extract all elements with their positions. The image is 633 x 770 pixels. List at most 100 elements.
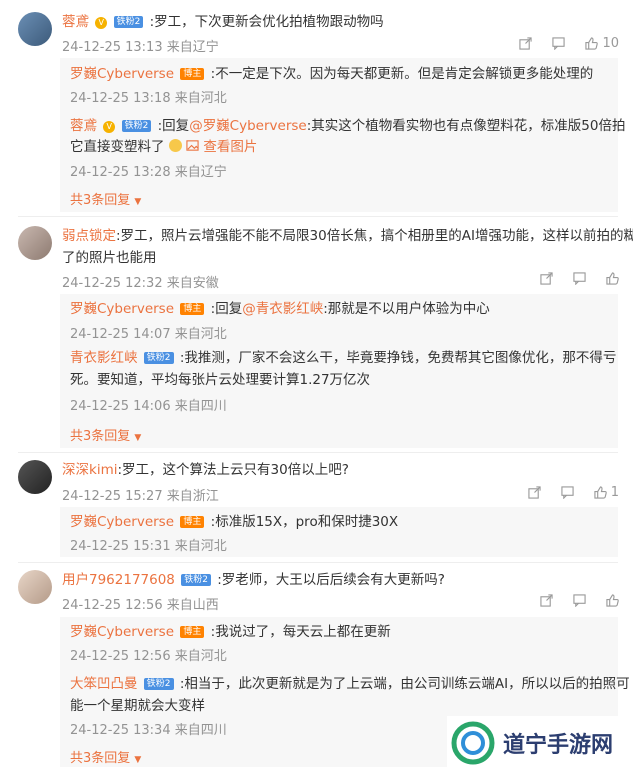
more-replies-button[interactable]: 共3条回复 ▼	[70, 747, 141, 766]
reply-content: :那就是不以用户体验为中心	[323, 301, 490, 317]
comment-actions	[540, 272, 619, 285]
reply-text: 大笨凹凸曼 铁粉2 :相当于，此次更新就是为了上云端，由公司训练云端AI，所以以…	[70, 674, 630, 694]
reply-text: 蓉鳶 V 铁粉2 :回复@罗巍Cyberverse:其实这个植物看实物也有点像塑…	[70, 116, 625, 136]
comment-icon	[573, 594, 586, 607]
reply-user-name[interactable]: 大笨凹凸曼	[70, 676, 138, 692]
more-replies-button[interactable]: 共3条回复 ▼	[70, 189, 141, 208]
like-count: 1	[610, 485, 619, 500]
divider	[18, 562, 618, 563]
verified-icon: V	[95, 17, 108, 29]
fan-badge: 铁粉2	[143, 678, 174, 690]
image-icon	[186, 140, 199, 151]
more-replies-button[interactable]: 共3条回复 ▼	[70, 425, 141, 444]
reply-text: 罗巍Cyberverse 博主 :不一定是下次。因为每天都更新。但是肯定会解锁更…	[70, 64, 593, 84]
reply-content: :不一定是下次。因为每天都更新。但是肯定会解锁更多能处理的	[210, 66, 594, 82]
comment-actions	[540, 594, 619, 607]
avatar[interactable]	[18, 226, 52, 260]
share-icon	[528, 486, 541, 499]
reply-text: 罗巍Cyberverse 博主 :我说过了，每天云上都在更新	[70, 622, 391, 642]
comment-user-name[interactable]: 弱点锁定	[62, 228, 116, 244]
reply-text-line2: 能一个星期就会大变样	[70, 696, 205, 716]
share-button[interactable]	[540, 594, 553, 607]
reply-content-prefix: :回复	[210, 301, 243, 317]
reply-content-prefix: :回复	[157, 118, 190, 134]
watermark-text: 道宁手游网	[503, 733, 614, 758]
reply-meta: 24-12-25 13:18 来自河北	[70, 91, 227, 106]
reply-user-name[interactable]: 罗巍Cyberverse	[70, 624, 174, 640]
reply-text-line2: 死。要知道，平均每张片云处理要计算1.27万亿次	[70, 370, 370, 390]
comment-text: 弱点锁定:罗工，照片云增强能不能不局限30倍长焦，搞个相册里的AI增强功能，这样…	[62, 226, 633, 246]
comment-user-name[interactable]: 深深kimi	[62, 462, 117, 478]
share-icon	[540, 272, 553, 285]
view-image-link[interactable]: 查看图片	[186, 139, 257, 155]
share-button[interactable]	[540, 272, 553, 285]
comment-content: :罗工，照片云增强能不能不局限30倍长焦，搞个相册里的AI增强功能，这样以前拍的…	[116, 228, 633, 244]
like-button[interactable]	[606, 272, 619, 285]
fan-badge: 铁粉2	[113, 16, 144, 28]
comment-content: :罗工，这个算法上云只有30倍以上吧?	[117, 462, 349, 478]
reply-content: :我推测，厂家不会这么干，毕竟要挣钱，免费帮其它图像优化，那不得亏	[179, 350, 617, 366]
reply-text: 罗巍Cyberverse 博主 :标准版15X，pro和保时捷30X	[70, 512, 398, 532]
like-icon	[606, 272, 619, 285]
fan-badge: 铁粉2	[121, 120, 152, 132]
like-button[interactable]: 1	[594, 485, 619, 500]
divider	[18, 452, 618, 453]
chevron-down-icon: ▼	[134, 433, 142, 443]
comment-user-name[interactable]: 用户7962177608	[62, 572, 175, 588]
mention-link[interactable]: @罗巍Cyberverse	[189, 118, 307, 134]
share-button[interactable]	[528, 486, 541, 499]
comment-icon	[561, 486, 574, 499]
reply-meta: 24-12-25 13:34 来自四川	[70, 723, 227, 738]
more-replies-label: 共3条回复	[70, 751, 131, 766]
like-button[interactable]	[606, 594, 619, 607]
reply-meta: 24-12-25 15:31 来自河北	[70, 539, 227, 554]
reply-meta: 24-12-25 14:07 来自河北	[70, 327, 227, 342]
reply-text-line2: 它直接变塑料了 查看图片	[70, 137, 257, 157]
comment-button[interactable]	[561, 486, 574, 499]
reply-meta: 24-12-25 14:06 来自四川	[70, 399, 227, 414]
comment-actions: 1	[528, 485, 619, 500]
comment-text: 用户7962177608 铁粉2 :罗老师，大王以后后续会有大更新吗?	[62, 570, 445, 590]
fan-badge: 铁粉2	[143, 352, 174, 364]
avatar[interactable]	[18, 570, 52, 604]
verified-icon: V	[103, 121, 116, 133]
host-badge: 博主	[180, 516, 205, 528]
comment-content: :罗老师，大王以后后续会有大更新吗?	[217, 572, 445, 588]
comment-button[interactable]	[573, 272, 586, 285]
reply-content: :相当于，此次更新就是为了上云端，由公司训练云端AI，所以以后的拍照可	[179, 676, 630, 692]
like-button[interactable]: 10	[585, 36, 619, 51]
reply-user-name[interactable]: 蓉鳶	[70, 118, 97, 134]
comment-icon	[573, 272, 586, 285]
comment-meta: 24-12-25 12:56 来自山西	[62, 598, 219, 613]
reply-content: :我说过了，每天云上都在更新	[210, 624, 391, 640]
reply-content: :标准版15X，pro和保时捷30X	[210, 514, 399, 530]
comment-content-line2: 了的照片也能用	[62, 250, 157, 266]
comment-button[interactable]	[552, 37, 566, 50]
like-icon	[606, 594, 619, 607]
comment-button[interactable]	[573, 594, 586, 607]
watermark: 道宁手游网	[447, 716, 633, 770]
share-icon	[519, 37, 533, 50]
more-replies-label: 共3条回复	[70, 429, 131, 444]
like-icon	[585, 37, 599, 50]
avatar[interactable]	[18, 460, 52, 494]
host-badge: 博主	[180, 68, 205, 80]
reply-user-name[interactable]: 罗巍Cyberverse	[70, 66, 174, 82]
reply-text: 罗巍Cyberverse 博主 :回复@青衣影红峡:那就是不以用户体验为中心	[70, 299, 490, 319]
avatar[interactable]	[18, 12, 52, 46]
mention-link[interactable]: @青衣影红峡	[242, 301, 323, 317]
comment-user-name[interactable]: 蓉鳶	[62, 14, 89, 30]
comment-text-line2: 了的照片也能用	[62, 248, 157, 268]
divider	[18, 216, 618, 217]
reply-user-name[interactable]: 罗巍Cyberverse	[70, 301, 174, 317]
watermark-logo-icon	[451, 721, 495, 765]
reply-user-name[interactable]: 罗巍Cyberverse	[70, 514, 174, 530]
reply-user-name[interactable]: 青衣影红峡	[70, 350, 138, 366]
comment-text: 深深kimi:罗工，这个算法上云只有30倍以上吧?	[62, 460, 349, 480]
reply-text: 青衣影红峡 铁粉2 :我推测，厂家不会这么干，毕竟要挣钱，免费帮其它图像优化，那…	[70, 348, 616, 368]
comment-meta: 24-12-25 12:32 来自安徽	[62, 276, 219, 291]
share-button[interactable]	[519, 37, 533, 50]
comment-content: :罗工，下次更新会优化拍植物跟动物吗	[149, 14, 384, 30]
host-badge: 博主	[180, 303, 205, 315]
emoji-icon	[168, 139, 182, 152]
